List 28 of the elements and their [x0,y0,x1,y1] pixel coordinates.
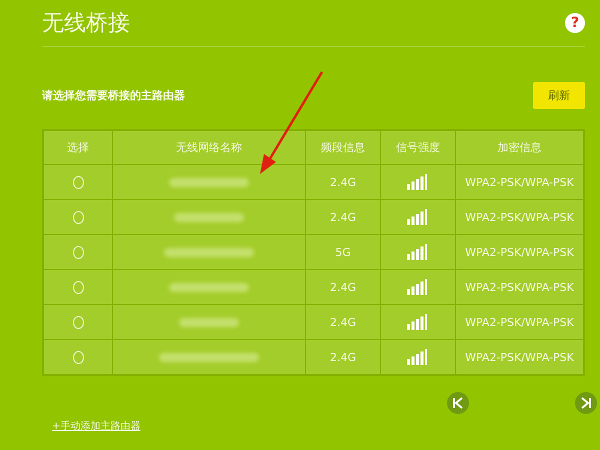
help-button[interactable]: ? [565,13,585,33]
signal-icon [407,209,429,225]
page-title: 无线桥接 [42,10,130,38]
signal-icon [407,314,429,330]
signal-icon [407,174,429,190]
table-cell: 2.4G [306,270,380,304]
refresh-button[interactable]: 刷新 [533,82,585,108]
first-page-icon[interactable] [447,392,469,414]
table-cell: 2.4G [306,304,380,340]
column-header: 频段信息 [306,130,380,164]
radio-button[interactable] [72,350,84,364]
signal-icon [407,244,429,260]
radio-button[interactable] [72,316,84,329]
table-cell: 2.4G [306,200,380,234]
instruction-text: 请选择您需要桥接的主路由器 [42,88,185,102]
radio-button[interactable] [72,210,84,224]
blurred-network-name [174,212,244,222]
column-header: 选择 [43,130,112,164]
blurred-network-name [179,318,239,327]
signal-icon [407,279,429,295]
last-page-icon[interactable] [575,392,597,414]
radio-button[interactable] [72,176,84,189]
column-header: 信号强度 [380,130,456,164]
radio-button[interactable] [72,280,84,294]
table-cell: 5G [306,234,380,270]
table-cell: 2.4G [306,164,380,200]
signal-icon [407,349,429,365]
radio-button[interactable] [72,246,84,259]
